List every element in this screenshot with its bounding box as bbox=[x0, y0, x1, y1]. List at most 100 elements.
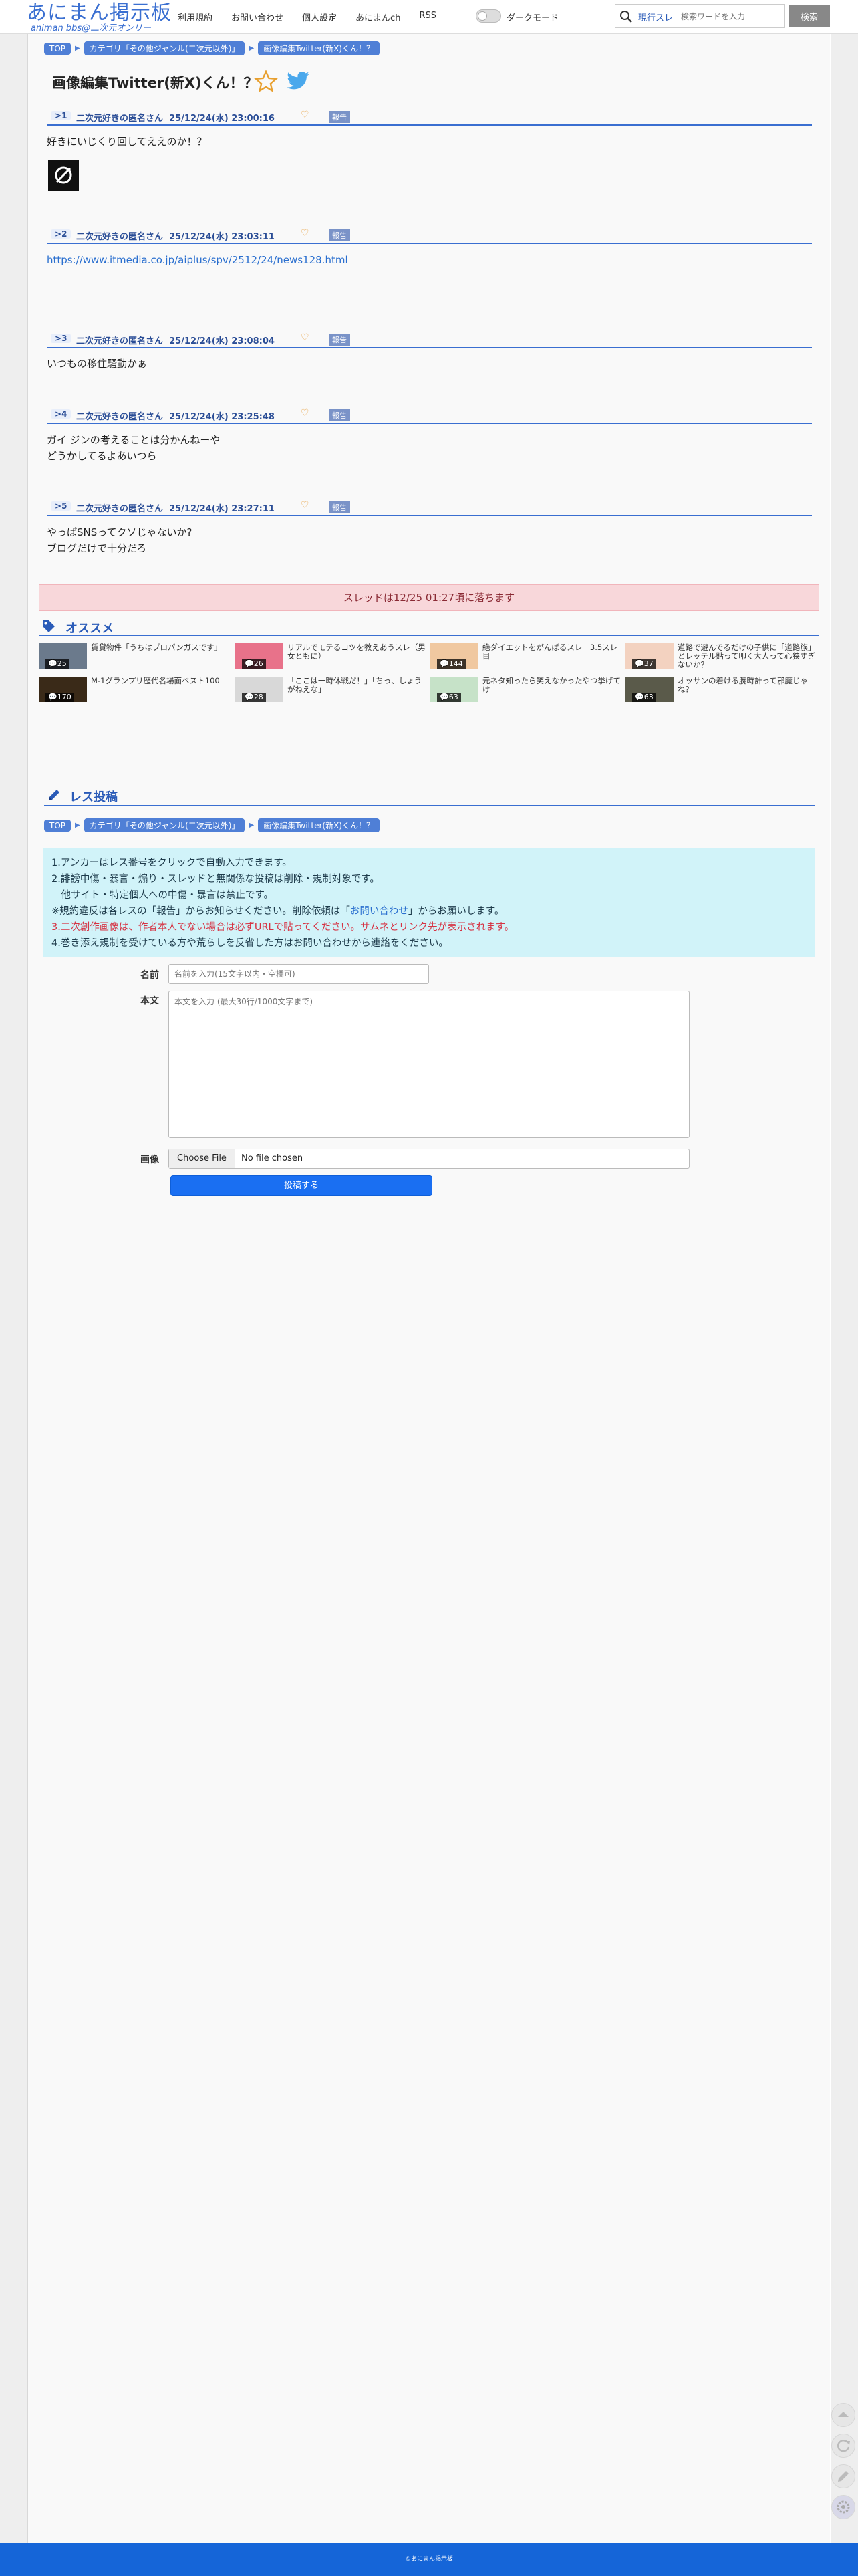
recommend-item[interactable]: 💬144 絶ダイエットをがんばるスレ 3.5スレ目 bbox=[430, 643, 624, 669]
contact-link[interactable]: お問い合わせ bbox=[350, 906, 408, 917]
dark-mode-toggle[interactable] bbox=[476, 9, 501, 23]
nav-contact[interactable]: お問い合わせ bbox=[231, 11, 283, 23]
comment-count: 💬28 bbox=[242, 693, 266, 702]
recommend-thumbnail[interactable]: 💬63 bbox=[430, 677, 478, 702]
post-number[interactable]: >2 bbox=[51, 229, 72, 239]
recommend-title-text[interactable]: M-1グランプリ歴代名場面ベスト100 bbox=[91, 677, 231, 685]
search-input[interactable] bbox=[680, 7, 782, 26]
breadcrumb-separator: ▶ bbox=[75, 45, 80, 52]
breadcrumb-separator: ▶ bbox=[249, 822, 255, 829]
nav-settings[interactable]: 個人設定 bbox=[302, 11, 337, 23]
recommend-title-text[interactable]: 元ネタ知ったら笑えなかったやつ挙げてけ bbox=[482, 677, 623, 694]
like-heart-icon[interactable]: ♡ bbox=[301, 500, 309, 511]
report-button[interactable]: 報告 bbox=[329, 229, 350, 241]
post-number[interactable]: >4 bbox=[51, 409, 72, 419]
post-date: 25/12/24(水) 23:03:11 bbox=[169, 232, 275, 242]
site-logo[interactable]: あにまん掲示板 animan bbs@二次元オンリー bbox=[27, 3, 172, 33]
post-line: ガイ ジンの考えることは分かんねーや bbox=[47, 434, 221, 446]
post-body: やっぱSNSってクソじゃないか? ブログだけで十分だろ bbox=[47, 524, 192, 556]
recommend-item[interactable]: 💬170 M-1グランプリ歴代名場面ベスト100 bbox=[39, 677, 233, 702]
recommend-thumbnail[interactable]: 💬63 bbox=[625, 677, 674, 702]
main-nav: 利用規約 お問い合わせ 個人設定 あにまんch RSS bbox=[178, 11, 455, 23]
recommend-thumbnail[interactable]: 💬170 bbox=[39, 677, 87, 702]
posting-rules-notice: 1.アンカーはレス番号をクリックで自動入力できます。 2.誹謗中傷・暴言・煽り・… bbox=[43, 848, 815, 957]
post-number-value: 2 bbox=[61, 229, 67, 239]
recommend-item[interactable]: 💬37 道路で遊んでるだけの子供に「道路族」とレッテル貼って叩く大人って心狭すぎな… bbox=[625, 643, 819, 669]
post-body: いつもの移住騒動かぁ bbox=[47, 356, 147, 372]
post-number[interactable]: >5 bbox=[51, 501, 72, 511]
body-textarea[interactable] bbox=[168, 991, 690, 1138]
post-number-value: 3 bbox=[61, 334, 67, 343]
post-number[interactable]: >1 bbox=[51, 111, 72, 120]
compose-button[interactable] bbox=[831, 2464, 855, 2488]
recommend-title-text[interactable]: 絶ダイエットをがんばるスレ 3.5スレ目 bbox=[482, 643, 623, 661]
comment-count: 💬26 bbox=[242, 659, 266, 669]
comment-count: 💬63 bbox=[632, 693, 656, 702]
recommend-item[interactable]: 💬63 元ネタ知ったら笑えなかったやつ挙げてけ bbox=[430, 677, 624, 702]
tag-icon bbox=[43, 620, 55, 632]
thread-title: 画像編集Twitter(新X)くん！？ bbox=[52, 75, 258, 91]
favorite-star-icon[interactable] bbox=[254, 70, 278, 94]
submit-button[interactable]: 投稿する bbox=[170, 1175, 432, 1196]
like-heart-icon[interactable]: ♡ bbox=[301, 228, 309, 239]
post-author: 二次元好きの匿名さん 25/12/24(水) 23:27:11 bbox=[76, 501, 275, 514]
image-file-input[interactable]: Choose File No file chosen bbox=[168, 1149, 690, 1169]
name-label: 名前 bbox=[140, 970, 159, 981]
like-heart-icon[interactable]: ♡ bbox=[301, 110, 309, 120]
search-icon bbox=[620, 11, 632, 23]
breadcrumb-thread[interactable]: 画像編集Twitter(新X)くん！？ bbox=[258, 818, 380, 832]
gear-icon bbox=[837, 2500, 850, 2514]
report-button[interactable]: 報告 bbox=[329, 111, 350, 123]
like-heart-icon[interactable]: ♡ bbox=[301, 408, 309, 419]
image-label: 画像 bbox=[140, 1155, 159, 1165]
logo-title: あにまん掲示板 bbox=[27, 1, 172, 25]
breadcrumb-top[interactable]: TOP bbox=[44, 819, 72, 832]
recommend-title-text[interactable]: 道路で遊んでるだけの子供に「道路族」とレッテル貼って叩く大人って心狭すぎないか？ bbox=[678, 643, 818, 669]
breadcrumb-top[interactable]: TOP bbox=[44, 42, 72, 55]
recommend-item[interactable]: 💬26 リアルでモテるコツを教えあうスレ（男女ともに） bbox=[235, 643, 429, 669]
search-button[interactable]: 検索 bbox=[789, 5, 830, 27]
post-body: https://www.itmedia.co.jp/aiplus/spv/251… bbox=[47, 252, 348, 268]
breadcrumb-category[interactable]: カテゴリ「その他ジャンル(二次元以外)」 bbox=[84, 41, 245, 55]
like-heart-icon[interactable]: ♡ bbox=[301, 332, 309, 343]
recommend-title-text[interactable]: オッサンの着ける腕時計って邪魔じゃね？ bbox=[678, 677, 818, 694]
twitter-share-icon[interactable] bbox=[286, 71, 310, 92]
choose-file-button[interactable]: Choose File bbox=[169, 1149, 235, 1168]
post-header: >5 二次元好きの匿名さん 25/12/24(水) 23:27:11 ♡ 報告 bbox=[47, 500, 812, 516]
post-link[interactable]: https://www.itmedia.co.jp/aiplus/spv/251… bbox=[47, 252, 348, 268]
report-button[interactable]: 報告 bbox=[329, 334, 350, 346]
reload-button[interactable] bbox=[831, 2434, 855, 2458]
attached-image[interactable] bbox=[48, 160, 79, 191]
nav-rss[interactable]: RSS bbox=[419, 11, 436, 23]
search-scope-select[interactable]: 現行スレ bbox=[638, 11, 673, 23]
report-button[interactable]: 報告 bbox=[329, 409, 350, 421]
report-button[interactable]: 報告 bbox=[329, 501, 350, 513]
recommend-item[interactable]: 💬25 賃貸物件「うちはプロパンガスです」 bbox=[39, 643, 233, 669]
recommend-thumbnail[interactable]: 💬37 bbox=[625, 643, 674, 669]
post-author-name: 二次元好きの匿名さん bbox=[76, 114, 164, 124]
breadcrumb-category[interactable]: カテゴリ「その他ジャンル(二次元以外)」 bbox=[84, 818, 245, 832]
recommend-item[interactable]: 💬63 オッサンの着ける腕時計って邪魔じゃね？ bbox=[625, 677, 819, 702]
recommend-title-text[interactable]: 「ここは一時休戦だ！」「ちっ、しょうがねえな」 bbox=[287, 677, 428, 694]
post-number[interactable]: >3 bbox=[51, 334, 72, 343]
recommend-title: オススメ bbox=[65, 622, 114, 636]
post-body: 好きにいじくり回してええのか！？ bbox=[47, 134, 207, 150]
nav-animanch[interactable]: あにまんch bbox=[355, 11, 400, 23]
post-date: 25/12/24(水) 23:08:04 bbox=[169, 336, 275, 346]
recommend-thumbnail[interactable]: 💬144 bbox=[430, 643, 478, 669]
comment-count: 💬63 bbox=[437, 693, 461, 702]
site-footer: ©あにまん掲示板 bbox=[0, 2543, 858, 2576]
recommend-thumbnail[interactable]: 💬25 bbox=[39, 643, 87, 669]
name-input[interactable] bbox=[168, 964, 429, 984]
post-date: 25/12/24(水) 23:27:11 bbox=[169, 504, 275, 514]
recommend-title-text[interactable]: 賃貸物件「うちはプロパンガスです」 bbox=[91, 643, 231, 652]
recommend-item[interactable]: 💬28 「ここは一時休戦だ！」「ちっ、しょうがねえな」 bbox=[235, 677, 429, 702]
scroll-top-button[interactable] bbox=[831, 2403, 855, 2427]
post-number-value: 4 bbox=[61, 409, 67, 419]
recommend-title-text[interactable]: リアルでモテるコツを教えあうスレ（男女ともに） bbox=[287, 643, 428, 661]
breadcrumb-thread[interactable]: 画像編集Twitter(新X)くん！？ bbox=[258, 41, 380, 55]
recommend-thumbnail[interactable]: 💬28 bbox=[235, 677, 283, 702]
settings-button[interactable] bbox=[831, 2495, 855, 2519]
recommend-thumbnail[interactable]: 💬26 bbox=[235, 643, 283, 669]
nav-terms[interactable]: 利用規約 bbox=[178, 11, 212, 23]
